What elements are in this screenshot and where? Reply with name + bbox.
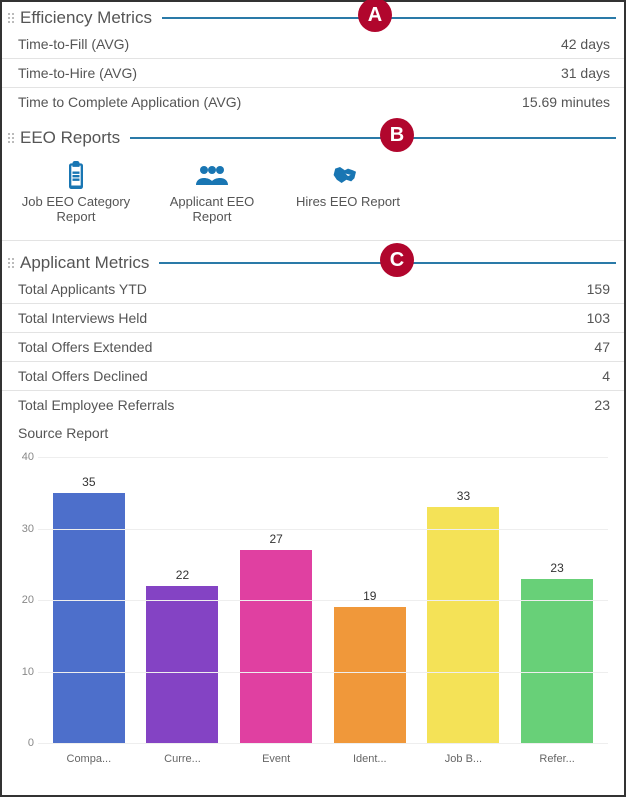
badge-c: C bbox=[380, 243, 414, 277]
people-icon bbox=[194, 160, 230, 190]
metric-label: Time to Complete Application (AVG) bbox=[18, 94, 241, 110]
metric-row: Time to Complete Application (AVG) 15.69… bbox=[2, 88, 624, 116]
chart-bar-label: Event bbox=[262, 753, 290, 765]
badge-b: B bbox=[380, 118, 414, 152]
chart-bar-rect bbox=[334, 607, 406, 743]
handshake-icon bbox=[330, 160, 366, 190]
drag-handle-icon[interactable] bbox=[8, 258, 14, 268]
chart-bar: 22 Curre... bbox=[141, 568, 223, 743]
metric-label: Total Applicants YTD bbox=[18, 281, 147, 297]
chart-bar-label: Refer... bbox=[539, 753, 574, 765]
chart-bar-rect bbox=[146, 586, 218, 743]
chart-ytick: 40 bbox=[12, 451, 34, 463]
applicant-title: Applicant Metrics bbox=[20, 253, 149, 273]
chart-bar-value: 33 bbox=[457, 489, 470, 503]
source-report-chart: 35 Compa... 22 Curre... 27 Event 19 Iden… bbox=[2, 447, 624, 777]
chart-bar-rect bbox=[521, 579, 593, 743]
chart-bar-label: Compa... bbox=[67, 753, 112, 765]
metric-row: Total Interviews Held 103 bbox=[2, 304, 624, 333]
chart-bar-rect bbox=[53, 493, 125, 743]
metric-label: Total Interviews Held bbox=[18, 310, 147, 326]
metric-label: Time-to-Fill (AVG) bbox=[18, 36, 129, 52]
chart-bar-value: 19 bbox=[363, 589, 376, 603]
chart-bar: 27 Event bbox=[235, 532, 317, 743]
source-report-label: Source Report bbox=[18, 425, 108, 441]
metric-value: 159 bbox=[587, 281, 610, 297]
chart-ytick: 10 bbox=[12, 666, 34, 678]
badge-a: A bbox=[358, 0, 392, 32]
chart-ytick: 0 bbox=[12, 737, 34, 749]
metric-row: Total Offers Declined 4 bbox=[2, 362, 624, 391]
report-label: Job EEO Category Report bbox=[16, 194, 136, 224]
chart-bar-value: 35 bbox=[82, 475, 95, 489]
efficiency-title: Efficiency Metrics bbox=[20, 8, 152, 28]
report-item[interactable]: Hires EEO Report bbox=[288, 160, 408, 224]
metric-value: 15.69 minutes bbox=[522, 94, 610, 110]
chart-bar-label: Ident... bbox=[353, 753, 387, 765]
header-divider bbox=[130, 137, 616, 139]
metric-value: 42 days bbox=[561, 36, 610, 52]
chart-bar-rect bbox=[240, 550, 312, 743]
clipboard-icon bbox=[58, 160, 94, 190]
metric-row: Total Offers Extended 47 bbox=[2, 333, 624, 362]
metric-value: 103 bbox=[587, 310, 610, 326]
report-label: Hires EEO Report bbox=[296, 194, 400, 209]
chart-ytick: 30 bbox=[12, 523, 34, 535]
chart-bar-label: Curre... bbox=[164, 753, 201, 765]
eeo-title: EEO Reports bbox=[20, 128, 120, 148]
chart-bar-label: Job B... bbox=[445, 753, 482, 765]
chart-bar: 19 Ident... bbox=[329, 589, 411, 743]
report-item[interactable]: Applicant EEO Report bbox=[152, 160, 272, 224]
chart-bar: 33 Job B... bbox=[422, 489, 504, 743]
metric-label: Total Offers Extended bbox=[18, 339, 152, 355]
metric-label: Total Offers Declined bbox=[18, 368, 148, 384]
metric-label: Time-to-Hire (AVG) bbox=[18, 65, 137, 81]
applicant-section-header: Applicant Metrics C bbox=[2, 247, 624, 275]
metric-value: 47 bbox=[594, 339, 610, 355]
chart-bar-rect bbox=[427, 507, 499, 743]
metric-row: Time-to-Fill (AVG) 42 days bbox=[2, 30, 624, 59]
eeo-section-header: EEO Reports B bbox=[2, 122, 624, 150]
chart-bar-value: 22 bbox=[176, 568, 189, 582]
metric-row: Total Employee Referrals 23 bbox=[2, 391, 624, 419]
metric-row: Total Applicants YTD 159 bbox=[2, 275, 624, 304]
report-item[interactable]: Job EEO Category Report bbox=[16, 160, 136, 224]
metric-label: Total Employee Referrals bbox=[18, 397, 174, 413]
report-label: Applicant EEO Report bbox=[152, 194, 272, 224]
metric-value: 23 bbox=[594, 397, 610, 413]
drag-handle-icon[interactable] bbox=[8, 13, 14, 23]
metric-value: 4 bbox=[602, 368, 610, 384]
chart-bar: 35 Compa... bbox=[48, 475, 130, 743]
efficiency-section-header: Efficiency Metrics A bbox=[2, 2, 624, 30]
chart-bar: 23 Refer... bbox=[516, 561, 598, 743]
metric-value: 31 days bbox=[561, 65, 610, 81]
drag-handle-icon[interactable] bbox=[8, 133, 14, 143]
source-report-row: Source Report bbox=[2, 419, 624, 447]
metric-row: Time-to-Hire (AVG) 31 days bbox=[2, 59, 624, 88]
chart-bar-value: 27 bbox=[269, 532, 282, 546]
chart-ytick: 20 bbox=[12, 594, 34, 606]
chart-bar-value: 23 bbox=[550, 561, 563, 575]
